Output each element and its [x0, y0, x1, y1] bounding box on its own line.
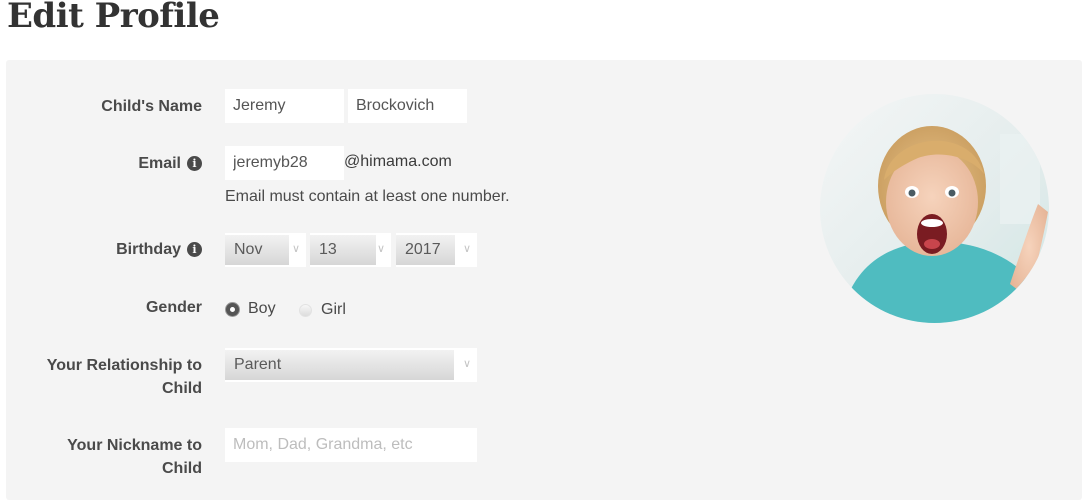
relationship-label-line2: Child	[162, 380, 202, 397]
child-name-label: Child's Name	[101, 98, 202, 115]
email-label: Email i	[2, 152, 202, 175]
birthday-label: Birthday i	[2, 238, 202, 261]
nickname-label-line2: Child	[162, 460, 202, 477]
chevron-down-icon: ∨	[462, 358, 471, 370]
email-label-text: Email	[138, 155, 181, 172]
birthday-label-text: Birthday	[116, 241, 181, 258]
gender-option-girl[interactable]: Girl	[299, 298, 346, 322]
child-portrait-illustration	[820, 94, 1049, 323]
chevron-down-icon: ∨	[462, 243, 471, 255]
gender-option-label: Girl	[321, 301, 346, 318]
birthday-year-select[interactable]: 2017 ∨	[396, 233, 477, 267]
child-last-name-input[interactable]	[348, 89, 467, 123]
email-help-text: Email must contain at least one number.	[225, 188, 510, 205]
gender-option-boy[interactable]: Boy	[226, 297, 276, 321]
relationship-value: Parent	[225, 350, 454, 380]
nickname-label: Your Nickname to Child	[2, 434, 202, 480]
email-username-input[interactable]	[225, 146, 344, 180]
gender-label: Gender	[145, 299, 202, 316]
birthday-day-select[interactable]: 13 ∨	[310, 233, 391, 267]
info-icon[interactable]: i	[187, 242, 202, 257]
chevron-down-icon: ∨	[376, 243, 385, 255]
relationship-label: Your Relationship to Child	[2, 354, 202, 400]
birthday-month-select[interactable]: Nov ∨	[225, 233, 306, 267]
relationship-select[interactable]: Parent ∨	[225, 348, 477, 382]
email-domain-suffix: @himama.com	[344, 153, 452, 170]
birthday-month-value: Nov	[225, 235, 289, 265]
gender-option-label: Boy	[248, 300, 276, 317]
profile-photo[interactable]	[820, 94, 1049, 323]
child-first-name-input[interactable]	[225, 89, 344, 123]
page-title: Edit Profile	[7, 0, 220, 36]
radio-button-unchecked[interactable]	[299, 303, 312, 317]
nickname-input[interactable]	[225, 428, 477, 462]
birthday-day-value: 13	[310, 235, 376, 265]
birthday-year-value: 2017	[396, 235, 455, 265]
relationship-label-line1: Your Relationship to	[46, 357, 202, 374]
radio-button-checked[interactable]	[226, 302, 239, 316]
nickname-label-line1: Your Nickname to	[67, 437, 202, 454]
info-icon[interactable]: i	[187, 156, 202, 171]
chevron-down-icon: ∨	[291, 243, 300, 255]
